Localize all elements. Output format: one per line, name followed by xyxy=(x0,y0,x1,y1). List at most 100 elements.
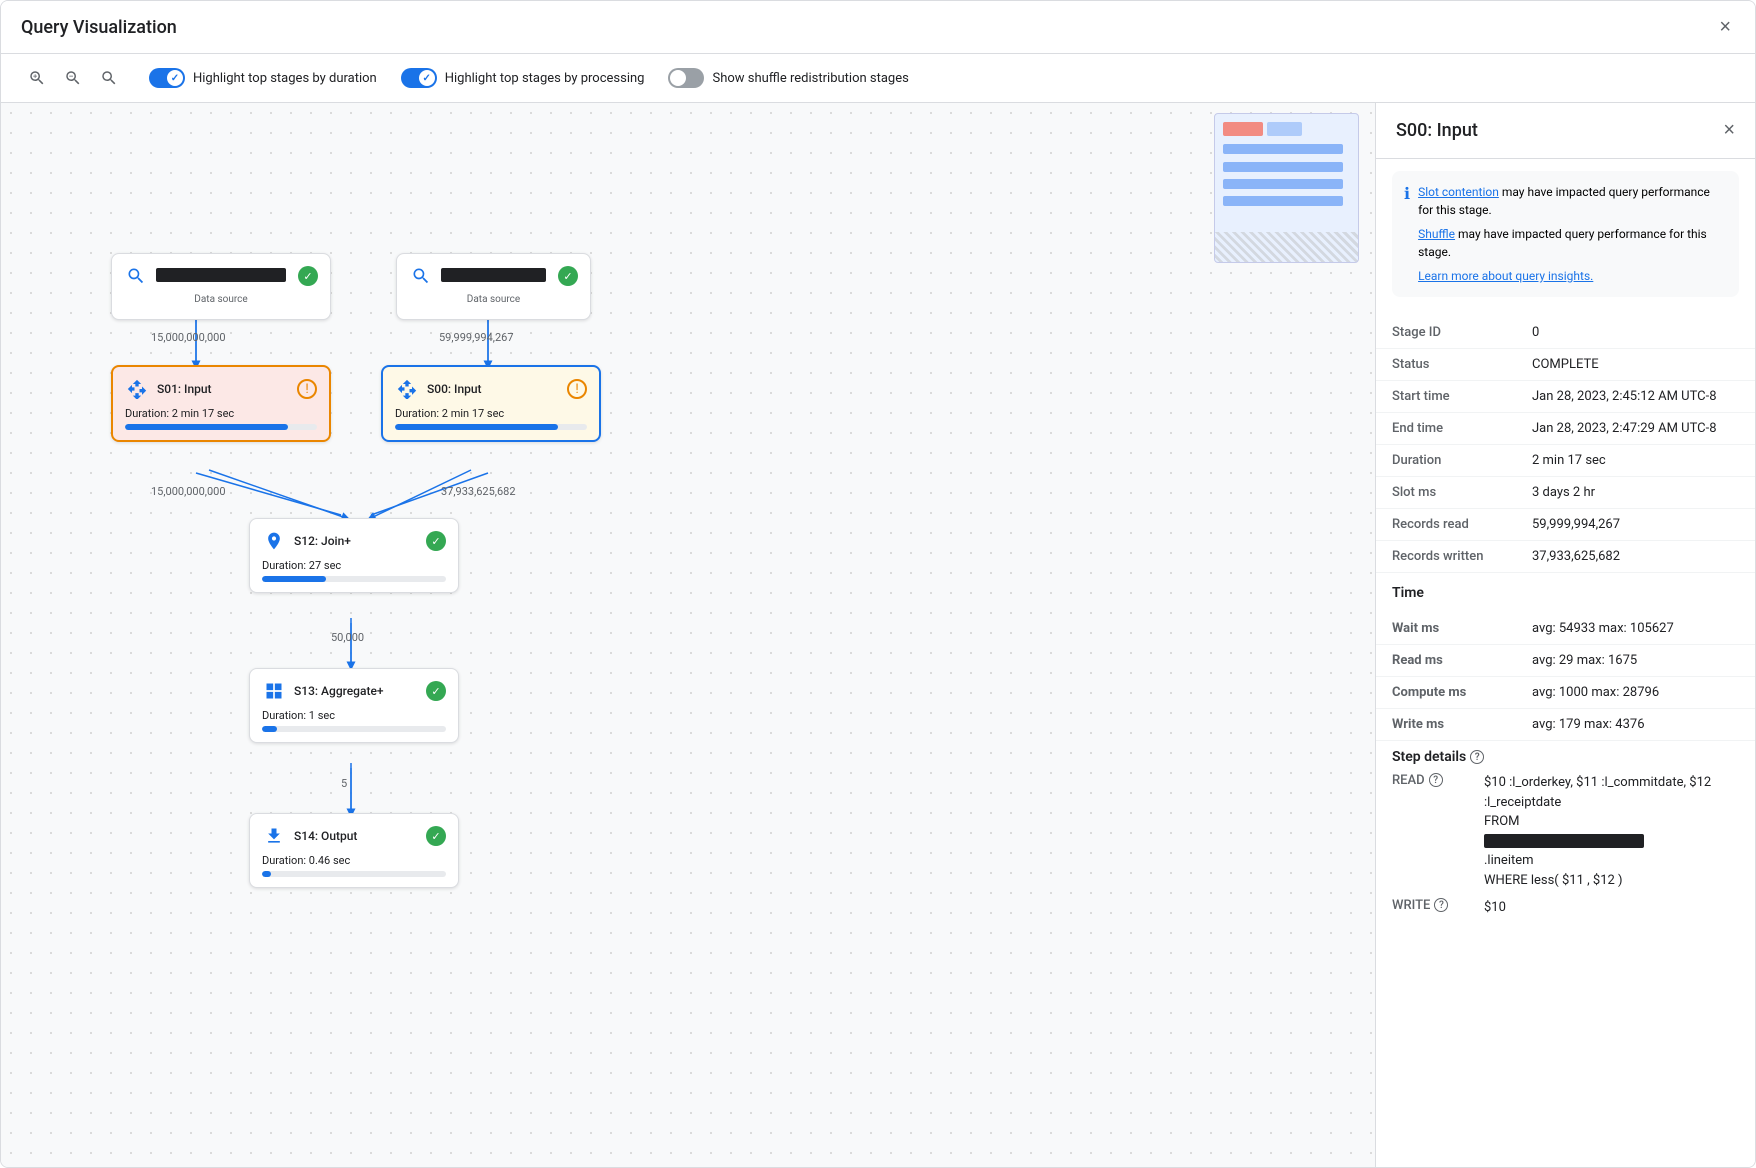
edge-label-s00-s12: 37,933,625,682 xyxy=(441,485,516,498)
s01-duration: Duration: 2 min 17 sec xyxy=(125,407,317,420)
label-read-ms: Read ms xyxy=(1376,645,1516,677)
row-read-ms: Read ms avg: 29 max: 1675 xyxy=(1376,645,1755,677)
toggle-shuffle[interactable] xyxy=(668,68,704,88)
step-write-key: WRITE ? xyxy=(1392,898,1472,918)
step-write-value: $10 xyxy=(1484,898,1739,918)
window-title: Query Visualization xyxy=(21,17,177,38)
s12-duration: Duration: 27 sec xyxy=(262,559,446,572)
edge-label-s13-s14: 5 xyxy=(341,777,347,790)
panel-close-button[interactable]: × xyxy=(1723,119,1735,142)
datasource1-status: ✓ xyxy=(298,266,318,286)
s12-status: ✓ xyxy=(426,531,446,551)
s00-progress xyxy=(395,424,587,430)
s01-progress xyxy=(125,424,317,430)
node-s12[interactable]: S12: Join+ ✓ Duration: 27 sec xyxy=(249,518,459,593)
datasource2-status: ✓ xyxy=(558,266,578,286)
minimap-node4 xyxy=(1223,162,1343,172)
s01-status: ! xyxy=(297,379,317,399)
s00-header-left: S00: Input xyxy=(395,377,482,401)
s13-name: S13: Aggregate+ xyxy=(294,684,384,698)
minimap[interactable] xyxy=(1214,113,1359,263)
minimap-inner xyxy=(1215,114,1358,262)
s01-icon xyxy=(125,377,149,401)
row-write-ms: Write ms avg: 179 max: 4376 xyxy=(1376,709,1755,741)
minimap-node1 xyxy=(1223,122,1263,136)
s00-duration: Duration: 2 min 17 sec xyxy=(395,407,587,420)
edge-label-ds1-s01: 15,000,000,000 xyxy=(151,331,226,344)
details-table: Stage ID 0 Status COMPLETE Start time Ja… xyxy=(1376,317,1755,573)
panel-title: S00: Input xyxy=(1396,120,1478,141)
edge-label-ds2-s00: 59,999,994,267 xyxy=(439,331,514,344)
minimap-node5 xyxy=(1223,179,1343,189)
row-wait-ms: Wait ms avg: 54933 max: 105627 xyxy=(1376,613,1755,645)
toggle-processing[interactable] xyxy=(401,68,437,88)
datasource2-header-left xyxy=(409,264,546,288)
step-details-help-icon[interactable]: ? xyxy=(1470,750,1484,764)
zoom-controls xyxy=(21,62,125,94)
s00-status: ! xyxy=(567,379,587,399)
learn-more-link[interactable]: Learn more about query insights. xyxy=(1418,269,1593,283)
toolbar: Highlight top stages by duration Highlig… xyxy=(1,54,1755,103)
datasource2-header: ✓ xyxy=(409,264,578,288)
toggle-duration-group: Highlight top stages by duration xyxy=(149,68,377,88)
right-panel: S00: Input × ℹ Slot contention may have … xyxy=(1375,103,1755,1167)
datasource2-bar xyxy=(441,268,546,282)
step-read-row: READ ? $10 :l_orderkey, $11 :l_commitdat… xyxy=(1392,773,1739,890)
value-read-ms: avg: 29 max: 1675 xyxy=(1516,645,1755,677)
s13-status: ✓ xyxy=(426,681,446,701)
node-s00[interactable]: S00: Input ! Duration: 2 min 17 sec xyxy=(381,365,601,442)
redacted-table-name xyxy=(1484,834,1644,848)
row-start-time: Start time Jan 28, 2023, 2:45:12 AM UTC-… xyxy=(1376,381,1755,413)
s13-header: S13: Aggregate+ ✓ xyxy=(262,679,446,703)
s00-header: S00: Input ! xyxy=(395,377,587,401)
s14-header: S14: Output ✓ xyxy=(262,824,446,848)
window-close-button[interactable]: × xyxy=(1715,13,1735,41)
toggle-shuffle-label: Show shuffle redistribution stages xyxy=(712,71,908,86)
minimap-hatch xyxy=(1215,232,1358,262)
node-s01[interactable]: S01: Input ! Duration: 2 min 17 sec xyxy=(111,365,331,442)
datasource1-header-left xyxy=(124,264,286,288)
app-window: Query Visualization × Highlight top stag… xyxy=(0,0,1756,1168)
shuffle-link[interactable]: Shuffle xyxy=(1418,227,1455,241)
s13-progress-fill xyxy=(262,726,277,732)
slot-contention-link[interactable]: Slot contention xyxy=(1418,185,1499,199)
node-s14[interactable]: S14: Output ✓ Duration: 0.46 sec xyxy=(249,813,459,888)
s13-duration: Duration: 1 sec xyxy=(262,709,446,722)
s14-status: ✓ xyxy=(426,826,446,846)
graph-area[interactable]: 15,000,000,000 59,999,994,267 15,000,000… xyxy=(1,103,1375,1167)
datasource2-label: Data source xyxy=(409,294,578,305)
zoom-in-button[interactable] xyxy=(21,62,53,94)
write-label: WRITE xyxy=(1392,898,1430,913)
s14-icon xyxy=(262,824,286,848)
datasource2-icon xyxy=(409,264,433,288)
zoom-reset-button[interactable] xyxy=(93,62,125,94)
time-table: Wait ms avg: 54933 max: 105627 Read ms a… xyxy=(1376,613,1755,741)
s14-header-left: S14: Output xyxy=(262,824,357,848)
read-help-icon[interactable]: ? xyxy=(1429,773,1443,787)
label-end-time: End time xyxy=(1376,413,1516,445)
toggle-processing-group: Highlight top stages by processing xyxy=(401,68,645,88)
write-help-icon[interactable]: ? xyxy=(1434,898,1448,912)
datasource1-icon xyxy=(124,264,148,288)
s01-progress-fill xyxy=(125,424,288,430)
value-stage-id: 0 xyxy=(1516,317,1755,349)
toggle-duration[interactable] xyxy=(149,68,185,88)
row-slot-ms: Slot ms 3 days 2 hr xyxy=(1376,477,1755,509)
value-write-ms: avg: 179 max: 4376 xyxy=(1516,709,1755,741)
info-text: Slot contention may have impacted query … xyxy=(1418,183,1727,285)
toggle-duration-label: Highlight top stages by duration xyxy=(193,71,377,86)
node-datasource1[interactable]: ✓ Data source xyxy=(111,253,331,320)
label-wait-ms: Wait ms xyxy=(1376,613,1516,645)
zoom-out-button[interactable] xyxy=(57,62,89,94)
value-wait-ms: avg: 54933 max: 105627 xyxy=(1516,613,1755,645)
s12-progress-fill xyxy=(262,576,326,582)
value-records-written: 37,933,625,682 xyxy=(1516,541,1755,573)
info-box: ℹ Slot contention may have impacted quer… xyxy=(1392,171,1739,297)
node-datasource2[interactable]: ✓ Data source xyxy=(396,253,591,320)
value-slot-ms: 3 days 2 hr xyxy=(1516,477,1755,509)
s12-name: S12: Join+ xyxy=(294,534,351,548)
value-records-read: 59,999,994,267 xyxy=(1516,509,1755,541)
s12-header: S12: Join+ ✓ xyxy=(262,529,446,553)
s01-name: S01: Input xyxy=(157,382,212,396)
node-s13[interactable]: S13: Aggregate+ ✓ Duration: 1 sec xyxy=(249,668,459,743)
